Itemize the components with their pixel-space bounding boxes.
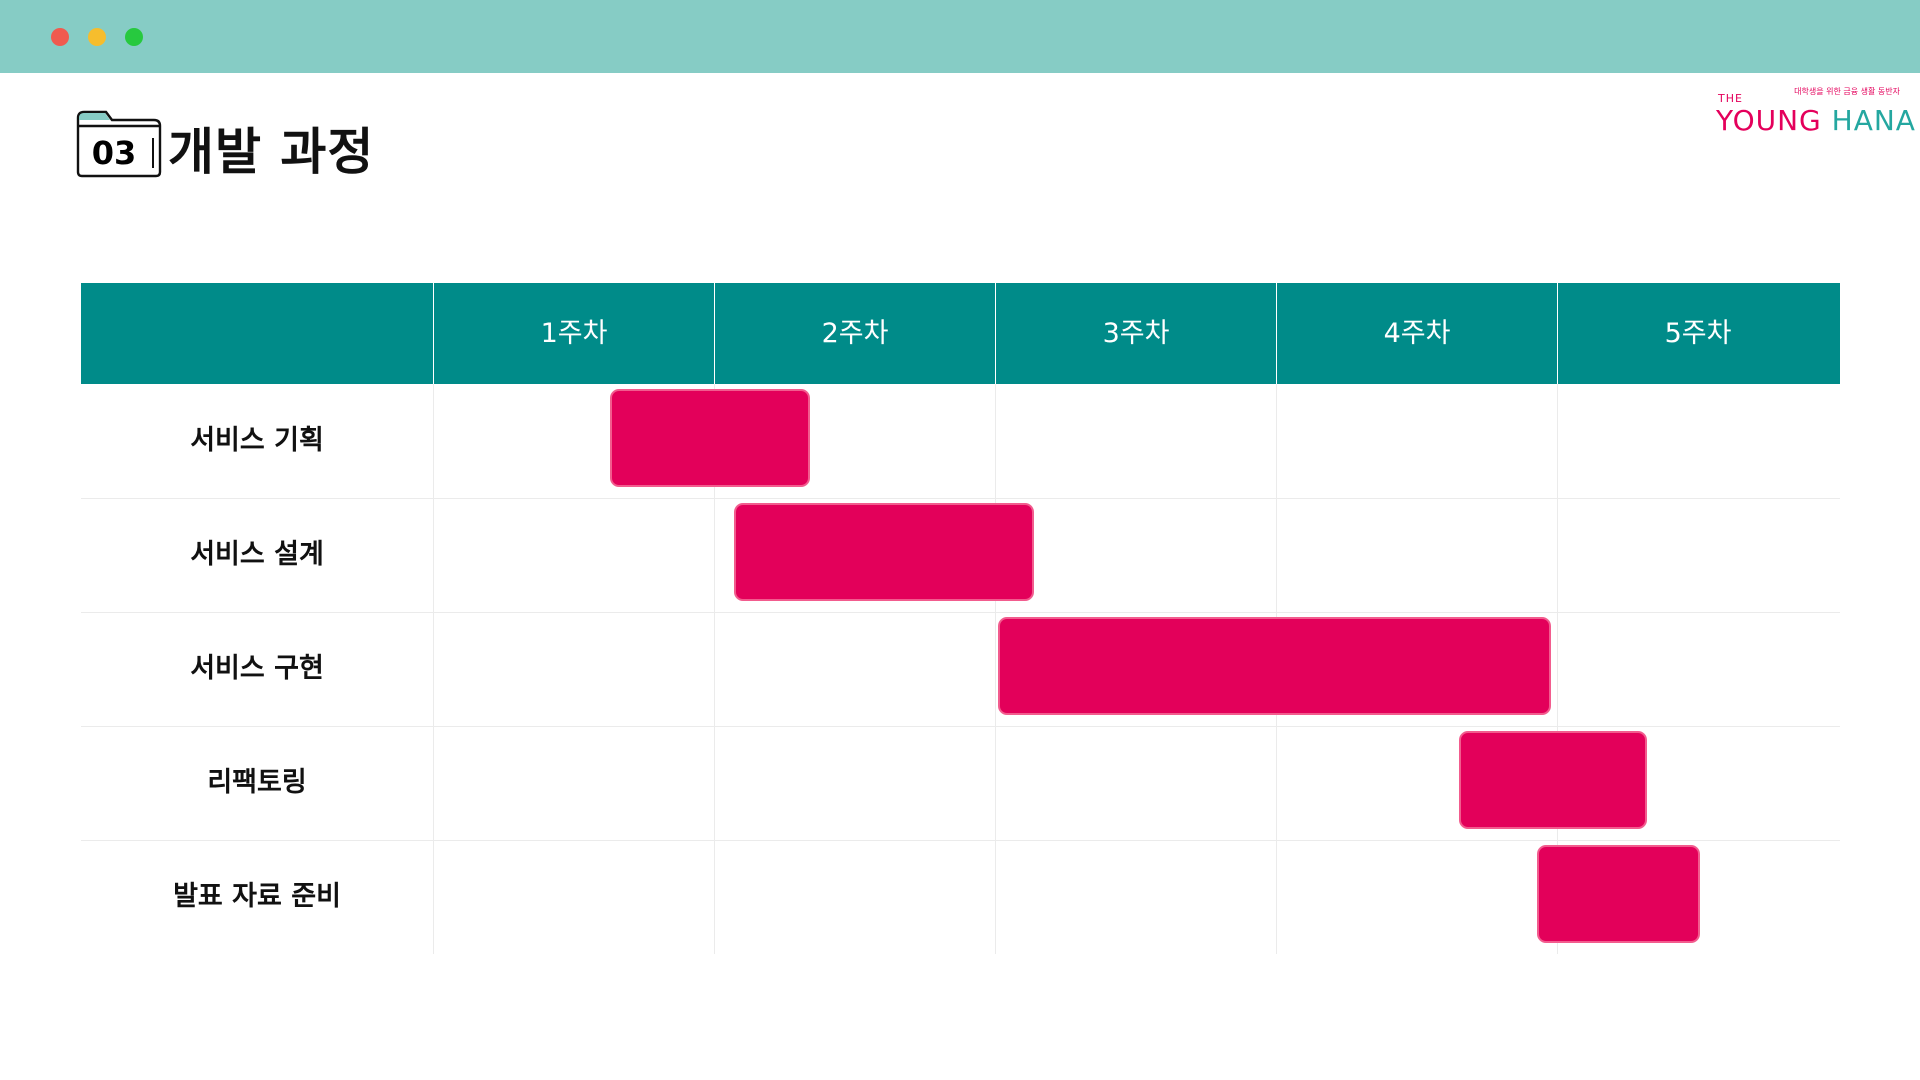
- task-bar[interactable]: [733, 503, 1035, 601]
- task-label: 리팩토링: [207, 767, 307, 798]
- section-number: 03: [91, 134, 137, 172]
- task-label: 서비스 설계: [190, 539, 324, 570]
- column-header-5: 5주차: [1557, 283, 1838, 384]
- task-label: 발표 자료 준비: [173, 881, 341, 912]
- column-header-3: 3주차: [995, 283, 1276, 384]
- grid-column-line: [995, 384, 996, 954]
- logo-part2: HANA: [1831, 104, 1916, 137]
- task-bar[interactable]: [610, 389, 810, 487]
- task-bar[interactable]: [1537, 845, 1701, 943]
- maximize-dot-icon[interactable]: [125, 28, 143, 46]
- logo-wordmark: YOUNG HANA: [1716, 104, 1916, 137]
- task-bar[interactable]: [1458, 731, 1647, 829]
- minimize-dot-icon[interactable]: [88, 28, 106, 46]
- grid-column-line: [433, 384, 434, 954]
- window-titlebar: [0, 0, 1920, 73]
- gantt-chart: 1주차 2주차 3주차 4주차 5주차 서비스 기획서비스 설계서비스 구현리팩토링발표…: [81, 283, 1840, 954]
- folder-icon: 03: [76, 108, 162, 178]
- logo-part1: YOUNG: [1716, 104, 1822, 137]
- brand-logo: THE 대학생을 위한 금융 생활 동반자 YOUNG HANA: [1716, 86, 1915, 137]
- column-header-2: 2주차: [714, 283, 995, 384]
- gantt-header-row: 1주차 2주차 3주차 4주차 5주차: [81, 283, 1840, 384]
- close-dot-icon[interactable]: [51, 28, 69, 46]
- task-label: 서비스 구현: [190, 653, 324, 684]
- column-header-1: 1주차: [433, 283, 714, 384]
- logo-tagline: 대학생을 위한 금융 생활 동반자: [1794, 87, 1900, 96]
- page-title: 개발 과정: [168, 123, 375, 181]
- task-label: 서비스 기획: [190, 425, 324, 456]
- column-header-4: 4주차: [1276, 283, 1557, 384]
- task-bar[interactable]: [997, 617, 1552, 715]
